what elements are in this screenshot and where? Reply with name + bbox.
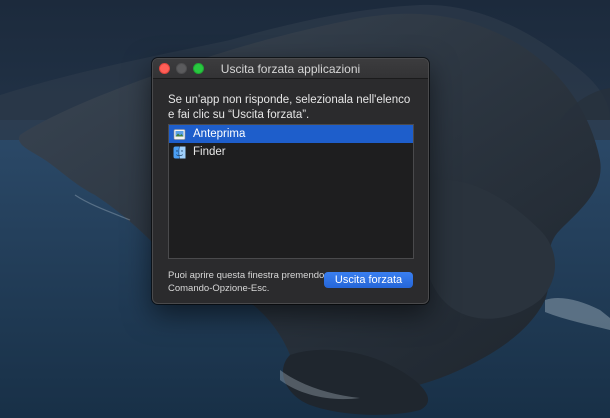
shortcut-hint: Puoi aprire questa finestra premendo Com…	[168, 270, 325, 294]
window-title: Uscita forzata applicazioni	[220, 62, 361, 76]
title-bar[interactable]: Uscita forzata applicazioni	[153, 59, 428, 79]
app-name: Anteprima	[193, 128, 246, 140]
finder-icon	[173, 145, 186, 159]
app-list[interactable]: Anteprima Finder	[168, 124, 414, 259]
force-quit-window: Uscita forzata applicazioni Se un'app no…	[152, 58, 429, 304]
instruction-text: Se un'app non risponde, selezionala nell…	[168, 94, 411, 121]
force-quit-button[interactable]: Uscita forzata	[324, 272, 413, 288]
preview-icon	[173, 128, 186, 140]
app-name: Finder	[193, 146, 226, 158]
app-row-anteprima[interactable]: Anteprima	[169, 125, 413, 143]
app-row-finder[interactable]: Finder	[169, 143, 413, 161]
